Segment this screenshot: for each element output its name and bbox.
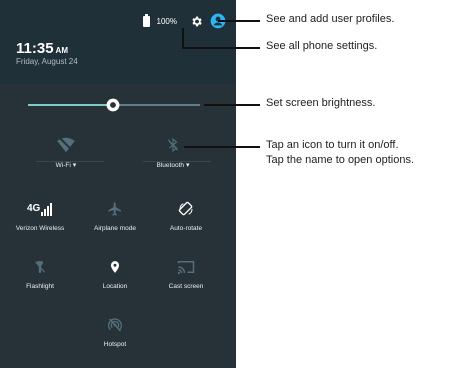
airplane-icon <box>108 202 121 216</box>
bluetooth-off-icon <box>167 137 179 153</box>
cast-icon <box>177 261 195 275</box>
wifi-label[interactable]: Wi-Fi <box>26 161 106 169</box>
tile-label[interactable]: Auto-rotate <box>146 225 226 232</box>
location-icon <box>110 261 120 273</box>
brightness-track-fill <box>28 104 113 106</box>
clock-time: 11:35 AM <box>16 40 68 57</box>
tile-hotspot[interactable]: Hotspot <box>75 317 155 348</box>
rotate-icon <box>178 201 193 216</box>
status-bar: 100% <box>142 13 226 29</box>
callout-line-settings <box>182 47 260 49</box>
wifi-off-icon <box>57 137 75 153</box>
callout-line-profiles <box>218 20 260 22</box>
tile-flashlight[interactable]: Flashlight <box>0 259 80 290</box>
bluetooth-label[interactable]: Bluetooth <box>133 161 213 169</box>
gear-icon[interactable] <box>190 15 203 28</box>
notification-header: 100% 11:35 AM Friday, August 24 <box>0 0 236 84</box>
tile-label[interactable]: Verizon Wireless <box>0 225 80 232</box>
battery-icon <box>142 13 150 27</box>
callout-line-brightness <box>204 104 260 106</box>
network-4g-icon: 4G <box>27 203 52 216</box>
tile-bluetooth[interactable]: Bluetooth <box>133 137 213 169</box>
brightness-slider[interactable] <box>28 98 200 112</box>
tile-cast[interactable]: Cast screen <box>146 259 226 290</box>
callout-brightness: Set screen brightness. <box>266 97 376 109</box>
divider <box>143 161 211 162</box>
tile-location[interactable]: Location <box>75 259 155 290</box>
tile-label[interactable]: Airplane mode <box>75 225 155 232</box>
callout-icons-line1: Tap an icon to turn it on/off. <box>266 139 399 151</box>
tile-label[interactable]: Hotspot <box>75 341 155 348</box>
date-label: Friday, August 24 <box>16 57 78 66</box>
brightness-thumb-icon[interactable] <box>106 98 120 112</box>
callout-icons-line2: Tap the name to open options. <box>266 154 414 166</box>
tile-rotate[interactable]: Auto-rotate <box>146 201 226 232</box>
tile-label[interactable]: Flashlight <box>0 283 80 290</box>
callout-profiles: See and add user profiles. <box>266 13 395 25</box>
callout-line-settings-vertical <box>182 28 184 48</box>
battery-level: 100% <box>156 16 177 26</box>
tile-label[interactable]: Location <box>75 283 155 290</box>
brightness-track <box>113 104 200 106</box>
tile-airplane[interactable]: Airplane mode <box>75 201 155 232</box>
svg-text:4G: 4G <box>27 203 41 214</box>
callout-line-icons <box>184 146 260 148</box>
flashlight-icon <box>34 261 46 273</box>
tile-network[interactable]: 4G Verizon Wireless <box>0 201 80 232</box>
tile-label[interactable]: Cast screen <box>146 283 226 290</box>
callout-settings: See all phone settings. <box>266 40 378 52</box>
quick-settings-panel: 100% 11:35 AM Friday, August 24 Wi-Fi ▾ … <box>0 0 236 368</box>
tile-wifi[interactable]: Wi-Fi <box>26 137 106 169</box>
divider <box>36 161 104 162</box>
hotspot-icon <box>108 318 122 332</box>
